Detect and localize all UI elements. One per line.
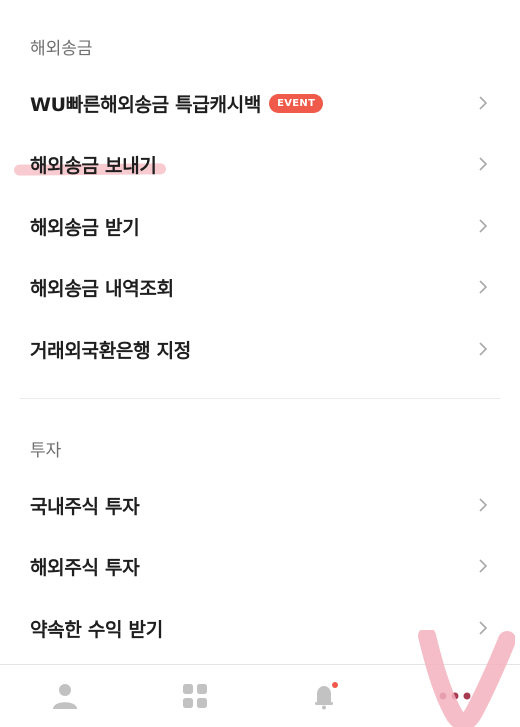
menu-item-label: WU빠른해외송금 특급캐시백	[30, 93, 262, 116]
menu-item-send-remittance[interactable]: 해외송금 보내기	[0, 133, 520, 195]
grid-icon	[183, 684, 207, 708]
menu-item-label: 해외송금 받기	[30, 216, 140, 239]
menu-item-label: 거래외국환은행 지정	[30, 339, 191, 362]
chevron-right-icon	[479, 219, 488, 233]
menu-item-remittance-history[interactable]: 해외송금 내역조회	[0, 256, 520, 318]
chevron-right-icon	[479, 280, 488, 294]
section-header-overseas-remittance: 해외송금	[30, 39, 93, 59]
menu-item-label: 국내주식 투자	[30, 495, 140, 518]
section-header-investment: 투자	[30, 441, 62, 461]
tab-notifications[interactable]	[295, 665, 355, 727]
section-divider	[20, 398, 500, 399]
tab-menu-grid[interactable]	[165, 665, 225, 727]
menu-item-label: 약속한 수익 받기	[30, 618, 163, 641]
menu-item-label: 해외송금 보내기	[30, 154, 157, 177]
menu-item-label: 해외송금 내역조회	[30, 277, 174, 300]
chevron-right-icon	[479, 157, 488, 171]
chevron-right-icon	[479, 559, 488, 573]
menu-item-overseas-stocks[interactable]: 해외주식 투자	[0, 535, 520, 597]
menu-item-receive-remittance[interactable]: 해외송금 받기	[0, 195, 520, 257]
menu-item-domestic-stocks[interactable]: 국내주식 투자	[0, 474, 520, 536]
event-badge: EVENT	[269, 93, 324, 113]
chevron-right-icon	[479, 342, 488, 356]
chevron-right-icon	[479, 498, 488, 512]
chevron-right-icon	[479, 96, 488, 110]
bell-icon	[315, 682, 338, 710]
menu-item-wu-cashback[interactable]: WU빠른해외송금 특급캐시백 EVENT	[0, 72, 520, 134]
notification-dot	[332, 682, 338, 688]
menu-item-label: 해외주식 투자	[30, 556, 140, 579]
annotation-v-mark	[418, 630, 515, 727]
person-icon	[53, 684, 77, 709]
tab-profile[interactable]	[35, 665, 95, 727]
menu-item-designate-bank[interactable]: 거래외국환은행 지정	[0, 318, 520, 380]
